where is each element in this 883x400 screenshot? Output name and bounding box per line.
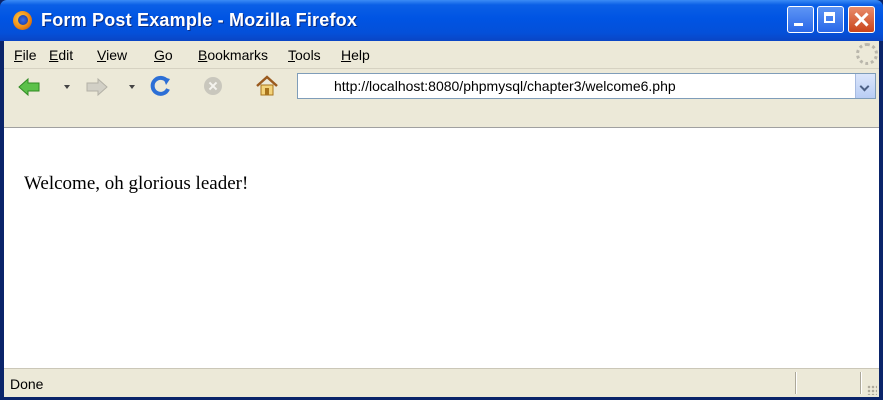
menu-tools[interactable]: Tools: [288, 47, 321, 63]
menu-go[interactable]: Go: [154, 47, 173, 63]
url-dropdown-icon[interactable]: [855, 74, 875, 98]
firefox-icon[interactable]: [13, 11, 32, 30]
menu-file-accel: F: [14, 47, 23, 63]
menu-tools-accel: T: [288, 47, 295, 63]
title-bar[interactable]: Form Post Example - Mozilla Firefox: [0, 0, 883, 41]
menu-bar: File Edit View Go Bookmarks Tools Help: [4, 41, 879, 69]
status-bar: Done: [4, 368, 879, 397]
stop-icon[interactable]: [204, 77, 222, 95]
menu-view[interactable]: View: [97, 47, 127, 63]
menu-help-label: elp: [351, 47, 370, 63]
menu-bookmarks[interactable]: Bookmarks: [198, 47, 268, 63]
menu-view-accel: V: [97, 47, 107, 63]
welcome-message: Welcome, oh glorious leader!: [24, 173, 249, 194]
menu-edit-label: dit: [58, 47, 74, 63]
browser-chrome: File Edit View Go Bookmarks Tools Help h…: [4, 41, 879, 397]
menu-help-accel: H: [341, 47, 352, 63]
throbber-icon: [856, 43, 878, 65]
status-divider: [860, 372, 861, 394]
window-title: Form Post Example - Mozilla Firefox: [41, 10, 358, 30]
menu-bookmarks-label: ookmarks: [207, 47, 269, 63]
menu-tools-label: ools: [295, 47, 321, 63]
menu-bookmarks-accel: B: [198, 47, 208, 63]
back-icon[interactable]: [18, 77, 40, 97]
forward-icon[interactable]: [86, 77, 108, 97]
url-input[interactable]: http://localhost:8080/phpmysql/chapter3/…: [334, 78, 676, 94]
navigation-toolbar: http://localhost:8080/phpmysql/chapter3/…: [4, 69, 879, 105]
close-icon[interactable]: [848, 6, 875, 33]
forward-dropdown-icon[interactable]: [129, 85, 135, 89]
browser-window: Form Post Example - Mozilla Firefox File…: [0, 0, 883, 400]
minimize-icon[interactable]: [787, 6, 814, 33]
page-content: Welcome, oh glorious leader!: [4, 127, 879, 369]
address-bar[interactable]: http://localhost:8080/phpmysql/chapter3/…: [297, 73, 876, 99]
menu-help[interactable]: Help: [341, 47, 370, 63]
status-divider: [795, 372, 796, 394]
menu-go-label: o: [164, 47, 173, 63]
maximize-icon[interactable]: [817, 6, 844, 33]
menu-file-label: ile: [22, 47, 37, 63]
menu-edit[interactable]: Edit: [49, 47, 73, 63]
back-dropdown-icon[interactable]: [64, 85, 70, 89]
menu-view-label: iew: [106, 47, 128, 63]
menu-go-accel: G: [154, 47, 165, 63]
status-text: Done: [10, 376, 44, 392]
menu-edit-accel: E: [49, 47, 59, 63]
home-icon[interactable]: [254, 74, 280, 98]
reload-icon[interactable]: [150, 75, 172, 97]
menu-file[interactable]: File: [14, 47, 37, 63]
resize-grip-icon[interactable]: [867, 385, 877, 395]
